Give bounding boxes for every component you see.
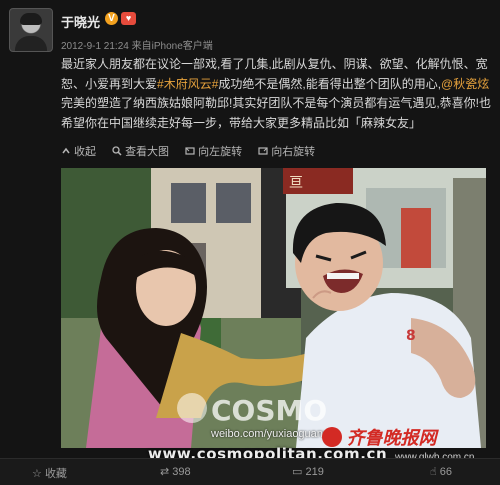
image-actions: 收起 查看大图 向左旋转 向右旋转 [61,143,328,159]
rotate-left-button[interactable]: 向左旋转 [185,143,242,159]
post-meta: 2012-9-1 21:24 来自iPhone客户端 [61,37,213,52]
paper-logo: 齐鲁晚报网 [322,424,436,450]
photo-scene: 亘 8 COSMO [61,168,486,448]
post-footer: ☆ 收藏 ⇄ 398 ▭ 219 ☝ 66 [0,458,500,485]
collapse-label: 收起 [74,146,96,158]
shirt-number: 8 [406,328,416,344]
magnifier-icon [112,146,122,156]
avatar-body [15,36,47,51]
verified-badge-icon: V [105,12,118,25]
rotate-right-label: 向右旋转 [271,146,316,158]
view-large-label: 查看大图 [125,146,170,158]
post-text: 最近家人朋友都在议论一部戏,看了几集,此剧从复仇、阴谋、欲望、化解仇恨、宽恕、小… [61,55,493,133]
like-button[interactable]: ☝ 66 [430,465,452,478]
topic-link[interactable]: #木府风云# [157,77,218,91]
collapse-icon [62,147,70,154]
repost-button[interactable]: ⇄ 398 [160,465,191,478]
post-time[interactable]: 2012-9-1 21:24 [61,41,129,52]
avatar-hair [20,13,42,25]
paper-logo-icon [322,427,342,447]
post-photo[interactable]: 亘 8 COSMO weibo.com/yuxiaoguang [61,168,486,448]
repost-count: 398 [172,466,191,478]
favorite-icon: ☆ [32,468,42,480]
rotate-right-icon [258,147,268,155]
comment-count: 219 [305,466,324,478]
favorite-button[interactable]: ☆ 收藏 [32,465,67,481]
view-large-button[interactable]: 查看大图 [112,143,169,159]
rotate-right-button[interactable]: 向右旋转 [258,143,315,159]
repost-icon: ⇄ [160,466,170,478]
favorite-label: 收藏 [44,468,67,480]
red-sign-text: 亘 [289,175,303,191]
rotate-left-icon [185,147,195,155]
collapse-button[interactable]: 收起 [61,143,96,159]
post-source: 来自iPhone客户端 [131,41,213,52]
watermark-brand: COSMO [211,394,327,427]
heart-badge-icon: ♥ [121,12,136,25]
cosmo-circle-icon [177,393,207,423]
post-text-part-2: 成功绝不是偶然,能看得出整个团队的用心, [218,76,442,91]
rotate-left-label: 向左旋转 [198,146,243,158]
like-icon: ☝ [430,466,437,478]
like-count: 66 [439,466,453,478]
watermark-user: weibo.com/yuxiaoguang [211,428,330,440]
mention-link[interactable]: @秋瓷炫 [441,77,489,91]
comment-icon: ▭ [292,466,303,478]
user-avatar[interactable] [9,8,53,52]
comment-button[interactable]: ▭ 219 [292,465,324,478]
paper-brand: 齐鲁晚报网 [346,428,437,448]
post-text-part-3: 完美的塑造了纳西族姑娘阿勒邱!其实好团队不是每个演员都有运气遇见,恭喜你!也希望… [61,96,492,130]
username[interactable]: 于晓光 [61,12,100,31]
